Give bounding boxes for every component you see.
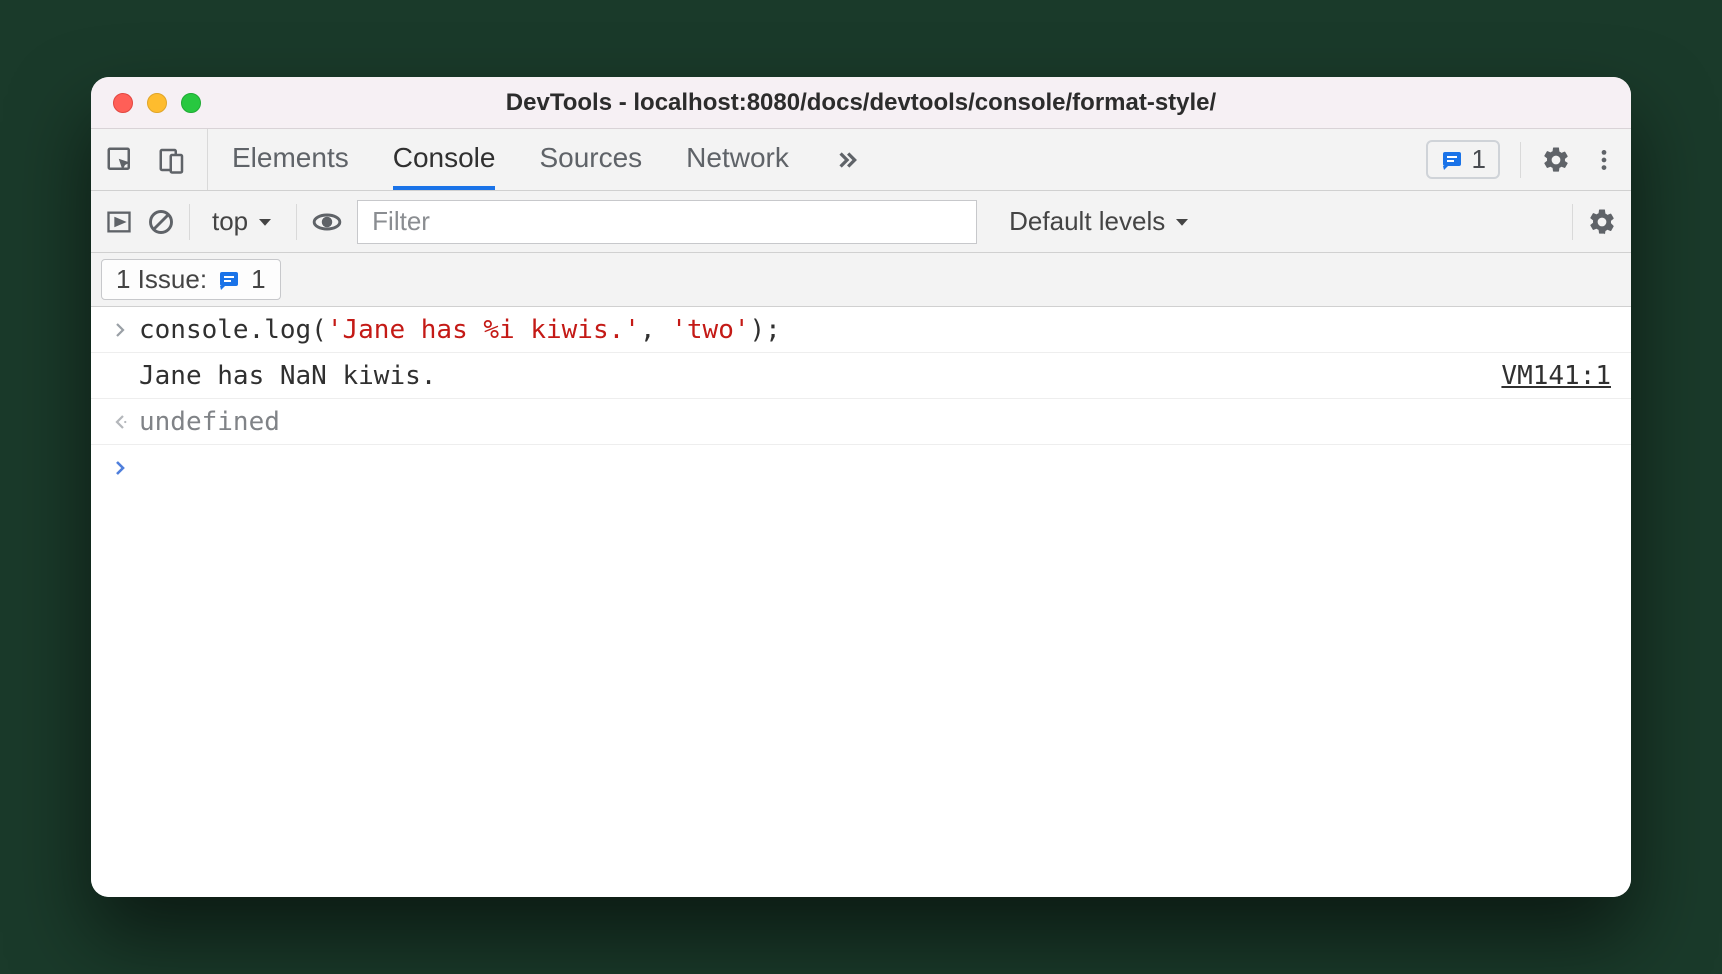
tab-elements[interactable]: Elements [232,129,349,190]
toggle-drawer-icon[interactable] [105,208,133,236]
chevron-down-icon [1173,213,1191,231]
log-levels-selector[interactable]: Default levels [1009,206,1191,237]
live-expression-icon[interactable] [311,208,343,236]
issues-badge[interactable]: 1 Issue: 1 [101,259,281,300]
issues-icon [217,268,241,292]
filter-input[interactable] [357,200,977,244]
issues-icon [1440,148,1464,172]
chevron-down-icon [256,213,274,231]
return-chevron-icon [101,413,139,431]
console-toolbar: top Default levels [91,191,1631,253]
maximize-window-button[interactable] [181,93,201,113]
console-return-row: undefined [91,399,1631,445]
issues-count-text: 1 [1472,144,1486,175]
divider [189,204,190,240]
inspect-element-icon[interactable] [105,145,135,175]
divider [1572,204,1573,240]
minimize-window-button[interactable] [147,93,167,113]
traffic-lights [113,93,201,113]
clear-console-icon[interactable] [147,208,175,236]
tab-network[interactable]: Network [686,129,789,190]
issues-bar: 1 Issue: 1 [91,253,1631,307]
issues-count: 1 [251,264,265,295]
console-prompt-row[interactable] [91,445,1631,491]
divider [296,204,297,240]
console-output: console.log('Jane has %i kiwis.', 'two')… [91,307,1631,897]
source-link[interactable]: VM141:1 [1501,361,1621,391]
console-input-row: console.log('Jane has %i kiwis.', 'two')… [91,307,1631,353]
prompt-chevron-icon [101,459,139,477]
levels-label: Default levels [1009,206,1165,237]
console-log-row: Jane has NaN kiwis. VM141:1 [91,353,1631,399]
console-settings-icon[interactable] [1587,207,1617,237]
device-toolbar-icon[interactable] [157,145,187,175]
more-tabs-icon[interactable] [833,147,859,173]
kebab-menu-icon[interactable] [1591,145,1617,175]
divider [1520,142,1521,178]
main-tabbar: Elements Console Sources Network [91,129,1631,191]
close-window-button[interactable] [113,93,133,113]
console-log-output: Jane has NaN kiwis. [139,361,436,391]
issues-counter[interactable]: 1 [1426,140,1500,179]
issues-label: 1 Issue: [116,264,207,295]
tab-console[interactable]: Console [393,129,496,190]
tab-sources[interactable]: Sources [539,129,642,190]
console-input-code: console.log('Jane has %i kiwis.', 'two')… [139,315,781,345]
window-title: DevTools - localhost:8080/docs/devtools/… [91,89,1631,117]
input-chevron-icon [101,321,139,339]
console-return-value: undefined [139,407,280,437]
titlebar: DevTools - localhost:8080/docs/devtools/… [91,77,1631,129]
context-selector[interactable]: top [204,206,282,237]
devtools-window: DevTools - localhost:8080/docs/devtools/… [91,77,1631,897]
context-label: top [212,206,248,237]
settings-icon[interactable] [1541,145,1571,175]
